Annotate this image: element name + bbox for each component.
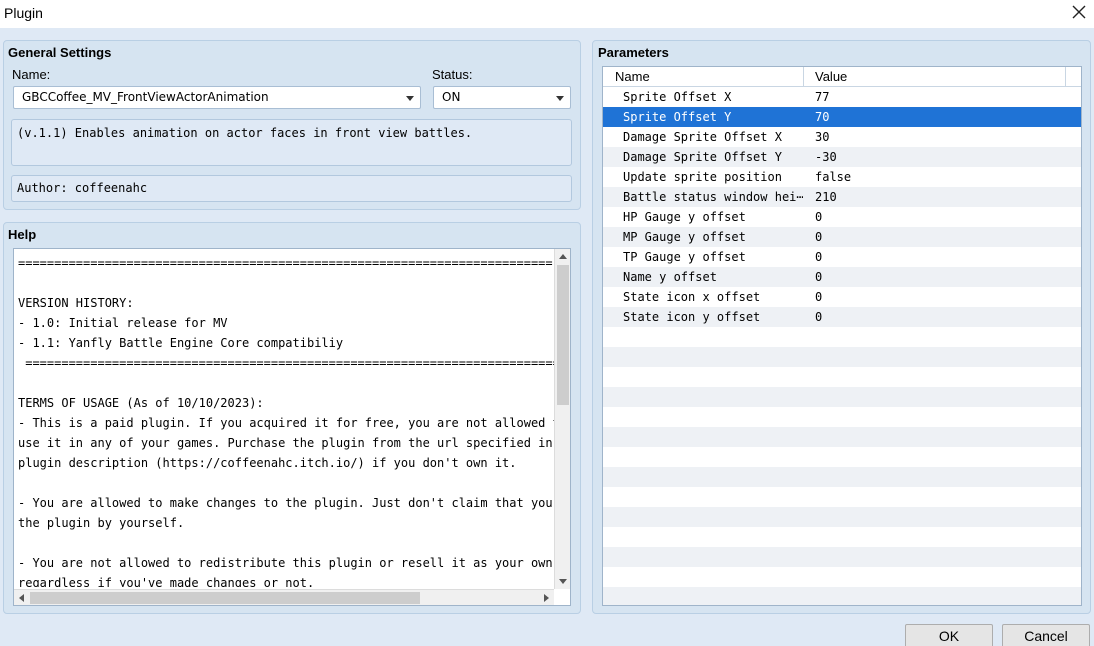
author-text: Author: coffeenahc — [17, 181, 148, 195]
table-row-empty — [603, 347, 1081, 367]
name-label: Name: — [12, 67, 51, 82]
scroll-right-button[interactable] — [538, 590, 554, 606]
parameter-name: Damage Sprite Offset X — [623, 130, 782, 144]
table-row[interactable]: TP Gauge y offset 0 — [603, 247, 1081, 267]
table-row[interactable]: Sprite Offset Y 70 — [603, 107, 1081, 127]
parameter-name: Damage Sprite Offset Y — [623, 150, 782, 164]
parameter-name: Update sprite position — [623, 170, 782, 184]
table-row-empty — [603, 567, 1081, 587]
parameter-value: false — [815, 170, 852, 184]
cancel-button[interactable]: Cancel — [1002, 624, 1090, 646]
status-label: Status: — [432, 67, 473, 82]
parameter-name: Name y offset — [623, 270, 717, 284]
parameter-value: 0 — [815, 250, 823, 264]
table-row[interactable]: Sprite Offset X 77 — [603, 87, 1081, 107]
plugin-name-value: GBCCoffee_MV_FrontViewActorAnimation — [22, 90, 269, 104]
parameter-name: HP Gauge y offset — [623, 210, 746, 224]
general-settings-title: General Settings — [8, 45, 112, 60]
status-value: ON — [442, 90, 461, 104]
description-text: (v.1.1) Enables animation on actor faces… — [17, 126, 473, 140]
table-row-empty — [603, 327, 1081, 347]
help-text: ========================================… — [18, 256, 554, 587]
plugin-name-select[interactable]: GBCCoffee_MV_FrontViewActorAnimation — [13, 86, 421, 109]
table-row[interactable]: MP Gauge y offset 0 — [603, 227, 1081, 247]
table-row[interactable]: Battle status window hei⋯ 210 — [603, 187, 1081, 207]
table-header: Name Value — [603, 67, 1081, 87]
scroll-left-button[interactable] — [14, 590, 30, 606]
column-divider[interactable] — [1065, 67, 1066, 87]
table-row-empty — [603, 407, 1081, 427]
chevron-down-icon — [556, 96, 564, 101]
table-row-empty — [603, 547, 1081, 567]
ok-button[interactable]: OK — [905, 624, 993, 646]
table-row-empty — [603, 507, 1081, 527]
table-row-empty — [603, 447, 1081, 467]
help-horizontal-scrollbar[interactable] — [14, 589, 554, 605]
column-divider[interactable] — [803, 67, 804, 87]
table-row-empty — [603, 427, 1081, 447]
table-row[interactable]: Update sprite position false — [603, 167, 1081, 187]
parameter-name: Battle status window hei⋯ — [623, 190, 803, 204]
parameter-rows: Sprite Offset X 77 Sprite Offset Y 70 Damage… — [603, 87, 1081, 605]
parameter-value: 30 — [815, 130, 830, 144]
parameter-value: 0 — [815, 210, 823, 224]
column-header-value[interactable]: Value — [815, 69, 847, 84]
window-title: Plugin — [4, 5, 43, 21]
table-row[interactable]: State icon y offset 0 — [603, 307, 1081, 327]
table-row-empty — [603, 387, 1081, 407]
parameter-name: Sprite Offset Y — [623, 110, 732, 124]
parameter-value: 70 — [815, 110, 830, 124]
table-row[interactable]: State icon x offset 0 — [603, 287, 1081, 307]
parameter-name: Sprite Offset X — [623, 90, 732, 104]
table-row[interactable]: HP Gauge y offset 0 — [603, 207, 1081, 227]
table-row[interactable]: Name y offset 0 — [603, 267, 1081, 287]
table-row-empty — [603, 467, 1081, 487]
scroll-thumb-horizontal[interactable] — [30, 592, 420, 604]
parameter-value: 0 — [815, 230, 823, 244]
parameter-value: 77 — [815, 90, 830, 104]
author-field[interactable]: Author: coffeenahc — [11, 175, 572, 202]
table-row-empty — [603, 367, 1081, 387]
parameter-name: MP Gauge y offset — [623, 230, 746, 244]
parameters-title: Parameters — [598, 45, 669, 60]
chevron-down-icon — [406, 96, 414, 101]
parameter-value: -30 — [815, 150, 837, 164]
table-row-empty — [603, 587, 1081, 605]
table-row[interactable]: Damage Sprite Offset Y -30 — [603, 147, 1081, 167]
scroll-thumb-vertical[interactable] — [557, 265, 569, 405]
parameter-name: State icon y offset — [623, 310, 761, 324]
column-header-name[interactable]: Name — [615, 69, 650, 84]
parameters-table: Name Value Sprite Offset X 77 Sprite Offse… — [602, 66, 1082, 606]
close-icon[interactable] — [1070, 3, 1088, 21]
help-vertical-scrollbar[interactable] — [554, 249, 570, 589]
table-row[interactable]: Damage Sprite Offset X 30 — [603, 127, 1081, 147]
help-textarea[interactable]: ========================================… — [13, 248, 571, 606]
table-row-empty — [603, 527, 1081, 547]
scroll-up-button[interactable] — [555, 249, 571, 265]
table-row-empty — [603, 487, 1081, 507]
scroll-down-button[interactable] — [555, 573, 571, 589]
parameter-name: TP Gauge y offset — [623, 250, 746, 264]
help-title: Help — [8, 227, 37, 242]
status-select[interactable]: ON — [433, 86, 571, 109]
description-field[interactable]: (v.1.1) Enables animation on actor faces… — [11, 119, 572, 166]
parameter-value: 0 — [815, 310, 823, 324]
parameter-name: State icon x offset — [623, 290, 761, 304]
title-bar: Plugin — [0, 0, 1094, 28]
parameter-value: 0 — [815, 270, 823, 284]
parameter-value: 0 — [815, 290, 823, 304]
parameter-value: 210 — [815, 190, 837, 204]
